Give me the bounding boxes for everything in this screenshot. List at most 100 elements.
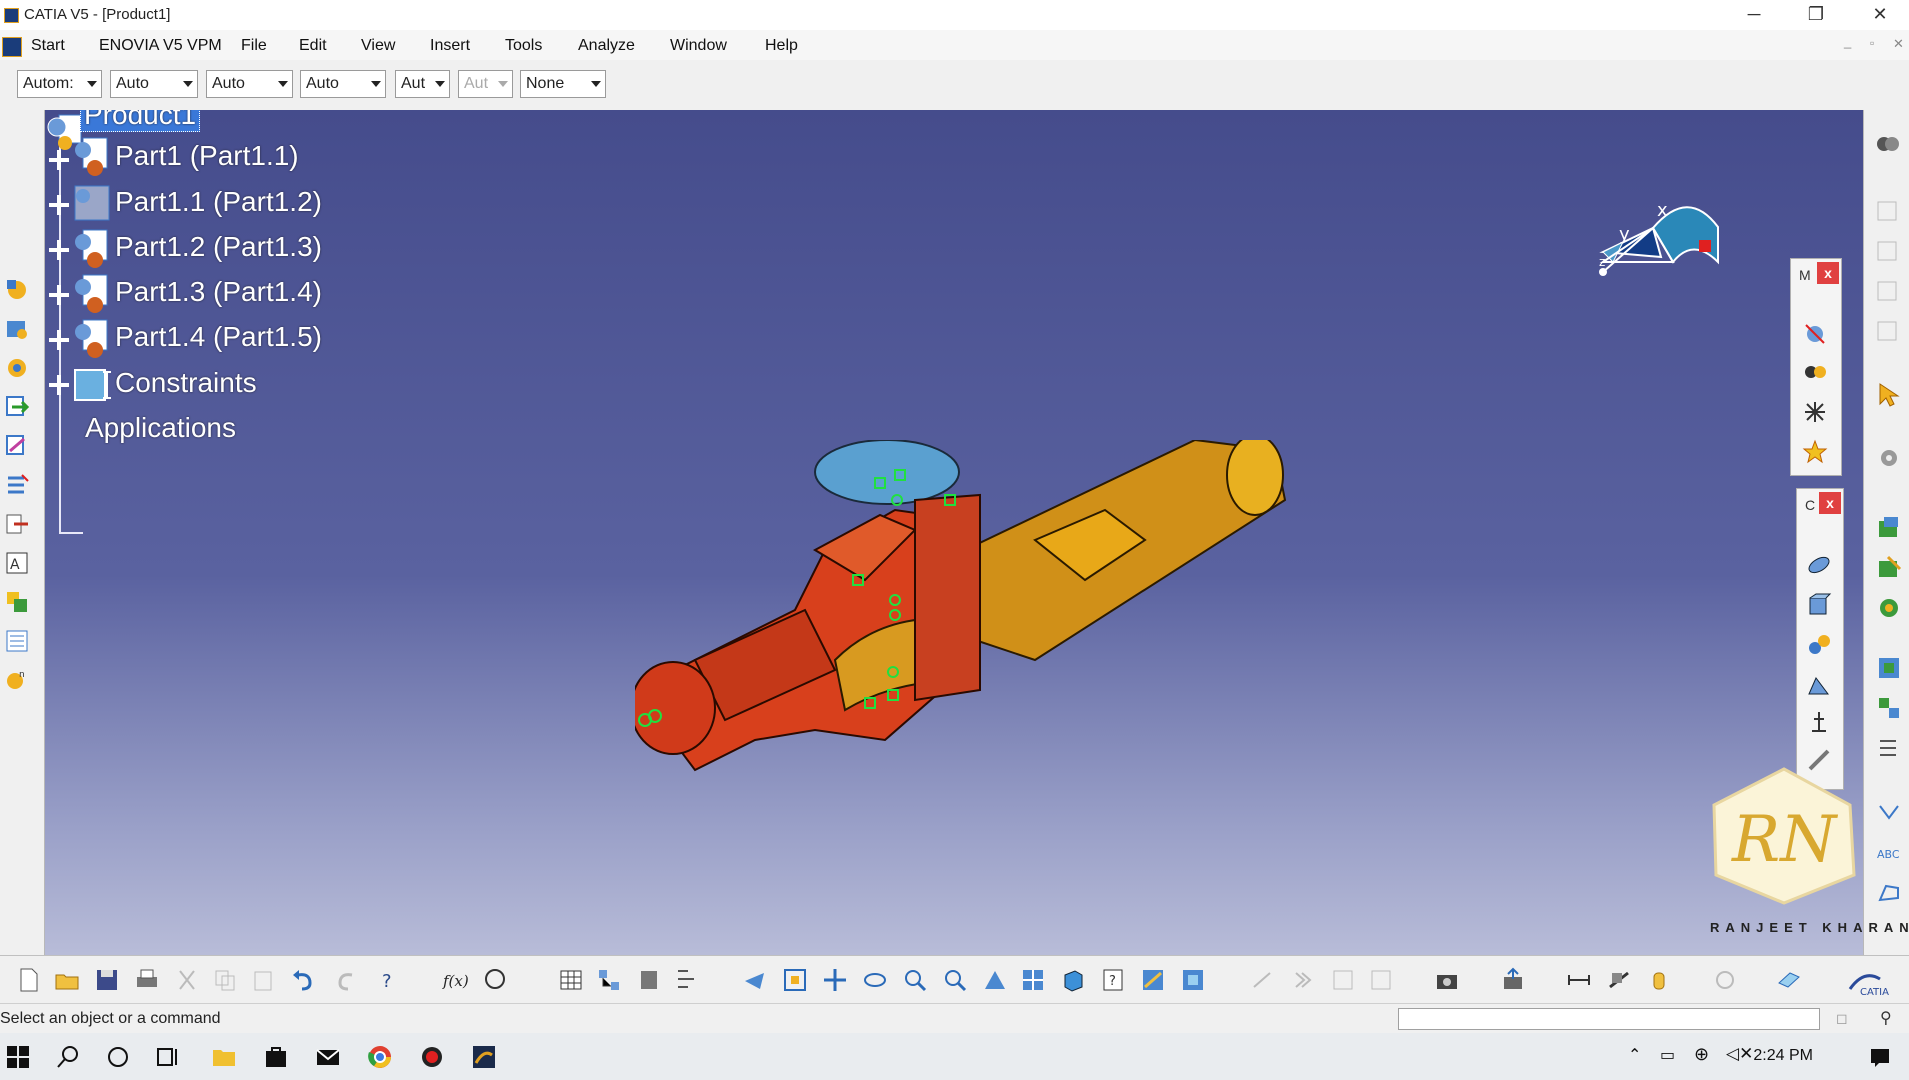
menu-enovia[interactable]: ENOVIA V5 VPM xyxy=(99,37,222,55)
next-view-icon[interactable] xyxy=(1290,967,1316,993)
fast-multi-instantiation-icon[interactable]: n xyxy=(4,667,30,693)
reuse-pattern-icon[interactable] xyxy=(1876,695,1902,721)
tree-expand-part1-1[interactable] xyxy=(49,195,69,215)
tree-expand-constraints[interactable] xyxy=(49,375,69,395)
search-icon[interactable] xyxy=(54,1043,82,1071)
catalog-icon[interactable] xyxy=(636,967,662,993)
compass-handle[interactable] xyxy=(1699,240,1711,252)
cut-icon[interactable] xyxy=(174,967,200,993)
right-toolbar-icon-2[interactable] xyxy=(1874,238,1900,264)
undo-icon[interactable] xyxy=(290,967,316,993)
floating-toolbar-constraints-close[interactable]: x xyxy=(1819,492,1841,514)
hide-show-icon[interactable] xyxy=(1140,967,1166,993)
chrome-icon[interactable] xyxy=(366,1043,394,1071)
tree-item-part1-3[interactable]: Part1.3 (Part1.4) xyxy=(115,276,322,308)
measure-between-icon[interactable] xyxy=(1566,967,1592,993)
color-combo[interactable]: Autom: xyxy=(17,70,102,98)
close-button[interactable]: ✕ xyxy=(1857,0,1903,30)
whats-this-icon[interactable]: ? xyxy=(376,967,402,993)
catia-taskbar-icon[interactable] xyxy=(470,1043,498,1071)
right-toolbar-icon-4[interactable] xyxy=(1874,318,1900,344)
floating-toolbar-move[interactable]: M x xyxy=(1790,258,1842,476)
compass[interactable]: x y z xyxy=(1593,192,1733,302)
tree-expand-part1-4[interactable] xyxy=(49,330,69,350)
transparency-combo[interactable]: Auto xyxy=(110,70,198,98)
paste-icon[interactable] xyxy=(250,967,276,993)
notification-center-icon[interactable] xyxy=(1866,1043,1894,1071)
part-icon[interactable] xyxy=(71,228,113,270)
cortana-icon[interactable] xyxy=(104,1043,132,1071)
select-arrow-icon[interactable] xyxy=(1876,382,1902,408)
tray-chevron-up-icon[interactable]: ⌃ xyxy=(1628,1045,1641,1065)
floating-toolbar-move-close[interactable]: x xyxy=(1817,262,1839,284)
disabled-tool-icon-2[interactable] xyxy=(1368,967,1394,993)
battery-icon[interactable]: ▭ xyxy=(1660,1045,1675,1065)
formula-icon[interactable]: f(x) xyxy=(442,967,468,993)
update-icon[interactable] xyxy=(1876,515,1902,541)
redo-icon[interactable] xyxy=(334,967,360,993)
tree-root-product1[interactable]: Product1 xyxy=(80,110,201,132)
disabled-tool-icon[interactable] xyxy=(1330,967,1356,993)
floating-toolbar-constraints[interactable]: C x xyxy=(1796,488,1844,790)
plane-icon[interactable] xyxy=(1776,967,1802,993)
doc-minimize-button[interactable]: _ xyxy=(1844,34,1851,49)
explode-icon[interactable] xyxy=(1802,399,1828,425)
manage-representations-icon[interactable] xyxy=(4,589,30,615)
minimize-button[interactable]: ─ xyxy=(1731,0,1777,30)
multi-view-icon[interactable] xyxy=(1020,967,1046,993)
zoom-out-icon[interactable] xyxy=(942,967,968,993)
snap-icon[interactable] xyxy=(1802,359,1828,385)
record-icon[interactable] xyxy=(418,1043,446,1071)
windows-start-icon[interactable] xyxy=(4,1043,32,1071)
scenes-icon[interactable] xyxy=(1876,655,1902,681)
measure-item-icon[interactable] xyxy=(1606,967,1632,993)
file-explorer-icon[interactable] xyxy=(210,1043,238,1071)
tree-item-part1-2[interactable]: Part1.2 (Part1.3) xyxy=(115,231,322,263)
linetype-combo[interactable]: Auto xyxy=(300,70,386,98)
doc-restore-button[interactable]: ▫ xyxy=(1870,36,1874,50)
part-icon[interactable] xyxy=(71,273,113,315)
tree-item-part1-4[interactable]: Part1.4 (Part1.5) xyxy=(115,321,322,353)
refresh-icon[interactable] xyxy=(1712,967,1738,993)
new-file-icon[interactable] xyxy=(16,967,42,993)
capture-camera-icon[interactable] xyxy=(1434,967,1460,993)
swap-visible-space-icon[interactable] xyxy=(1180,967,1206,993)
compass-origin[interactable] xyxy=(1599,268,1607,276)
assembly-design-workbench-icon[interactable] xyxy=(1874,132,1900,158)
upload-icon[interactable] xyxy=(1500,967,1526,993)
right-toolbar-icon-3[interactable] xyxy=(1874,278,1900,304)
tree-expand-part1[interactable] xyxy=(49,150,69,170)
doc-close-button[interactable]: ✕ xyxy=(1893,36,1904,52)
store-icon[interactable] xyxy=(262,1043,290,1071)
multi-instantiation-icon[interactable] xyxy=(4,628,30,654)
menu-edit[interactable]: Edit xyxy=(299,37,327,55)
design-table-icon[interactable] xyxy=(558,967,584,993)
rotate-icon[interactable] xyxy=(862,967,888,993)
existing-component-icon[interactable] xyxy=(4,394,30,420)
universal-joint-assembly[interactable] xyxy=(635,440,1355,780)
tree-item-constraints[interactable]: Constraints xyxy=(115,367,257,399)
print-icon[interactable] xyxy=(134,967,160,993)
tree-expand-part1-3[interactable] xyxy=(49,285,69,305)
layer-combo[interactable]: None xyxy=(520,70,606,98)
menu-view[interactable]: View xyxy=(361,37,395,55)
isometric-view-icon[interactable] xyxy=(1060,967,1086,993)
mail-icon[interactable] xyxy=(314,1043,342,1071)
menu-tools[interactable]: Tools xyxy=(505,37,542,55)
pan-icon[interactable] xyxy=(822,967,848,993)
create-multi-view-icon[interactable] xyxy=(1250,967,1276,993)
zoom-in-icon[interactable] xyxy=(902,967,928,993)
stop-manipulate-icon[interactable] xyxy=(1802,439,1828,465)
constraints-icon[interactable] xyxy=(71,364,113,406)
menu-insert[interactable]: Insert xyxy=(430,37,470,55)
contact-constraint-icon[interactable] xyxy=(1806,592,1832,618)
part-icon[interactable] xyxy=(71,182,113,224)
text-annotation-icon[interactable]: ABC xyxy=(1876,840,1902,866)
red-shaft-end[interactable] xyxy=(635,661,716,755)
analysis-icon[interactable] xyxy=(674,967,700,993)
blue-bearing-cap[interactable] xyxy=(814,440,960,505)
part-icon[interactable] xyxy=(71,318,113,360)
new-product-icon[interactable] xyxy=(4,316,30,342)
normal-view-icon[interactable] xyxy=(982,967,1008,993)
fix-component-icon[interactable] xyxy=(1806,709,1832,735)
